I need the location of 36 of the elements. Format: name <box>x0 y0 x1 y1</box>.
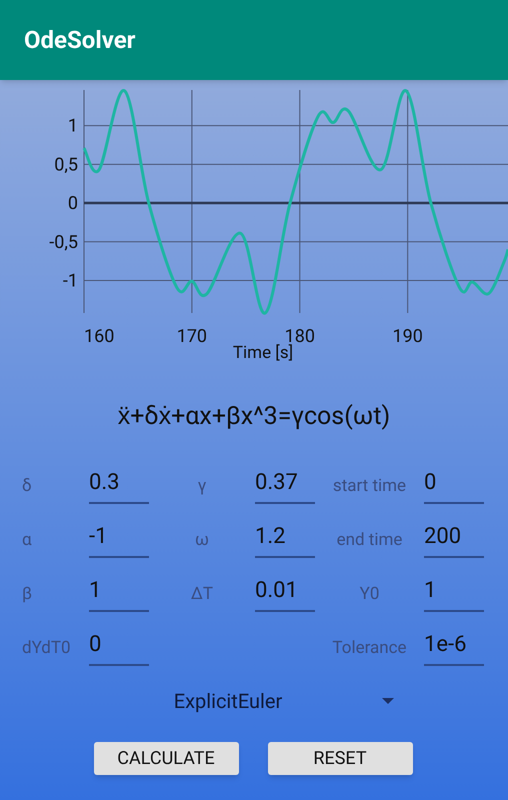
x-tick-label: 170 <box>176 326 208 347</box>
parameter-label: γ <box>198 474 206 498</box>
parameter-input[interactable]: 1 <box>89 572 149 612</box>
y-tick-label: 0 <box>68 193 78 214</box>
parameter-label: δ <box>22 474 33 498</box>
parameter-input[interactable]: 0.01 <box>255 572 315 612</box>
x-tick-label: 160 <box>84 326 114 347</box>
y-tick-label: -0,5 <box>49 232 78 253</box>
parameter-input[interactable]: 0 <box>424 464 484 504</box>
parameter-input[interactable]: 0.37 <box>255 464 315 504</box>
parameter-input[interactable]: 1.2 <box>255 518 315 558</box>
y-tick-label: -1 <box>62 270 78 292</box>
parameter-label: α <box>22 528 33 552</box>
parameter-label: ΔT <box>190 582 214 606</box>
parameter-input[interactable]: 1e-6 <box>424 626 484 666</box>
action-button[interactable]: CALCULATE <box>94 742 238 774</box>
parameter-label: Y0 <box>360 582 380 606</box>
parameter-label: end time <box>336 528 402 552</box>
parameter-input[interactable]: 0 <box>89 626 149 666</box>
app-title: OdeSolver <box>24 25 136 56</box>
solver-dropdown[interactable]: ExplicitEuler <box>174 686 394 716</box>
y-tick-label: 0,5 <box>54 154 78 176</box>
parameter-label: β <box>22 582 34 606</box>
parameter-input[interactable]: 200 <box>424 518 484 558</box>
parameter-input[interactable]: 1 <box>424 572 484 612</box>
parameter-label: Tolerance <box>332 636 407 660</box>
action-button[interactable]: RESET <box>268 742 412 774</box>
parameter-label: ω <box>194 528 209 552</box>
parameter-label: start time <box>332 474 406 498</box>
y-tick-label: 1 <box>68 116 78 137</box>
equation-text: ẍ+δẋ+αx+βx^3=γcos(ωt) <box>118 401 390 433</box>
parameter-input[interactable]: -1 <box>89 518 149 558</box>
x-tick-label: 190 <box>392 326 423 347</box>
parameter-input[interactable]: 0.3 <box>89 464 149 504</box>
dropdown-caret-icon <box>382 698 394 704</box>
parameter-label: dYdT0 <box>22 636 72 660</box>
